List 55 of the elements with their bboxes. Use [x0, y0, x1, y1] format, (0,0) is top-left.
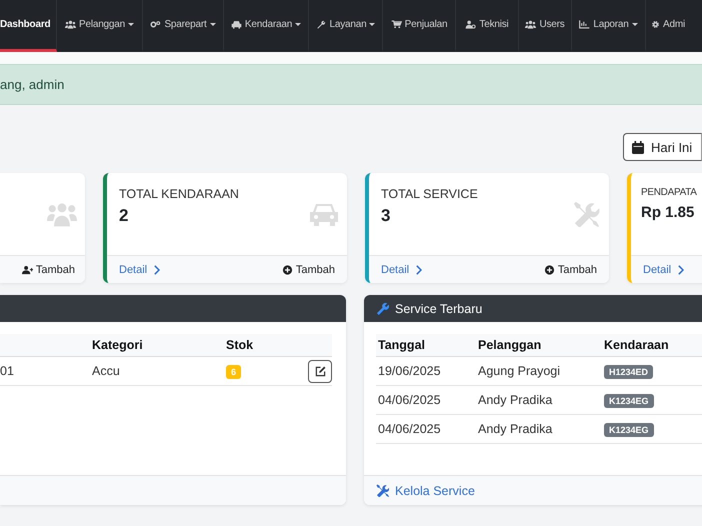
- add-link[interactable]: Tambah: [544, 264, 597, 276]
- column-header: Kendaraan: [604, 338, 670, 352]
- add-link[interactable]: Tambah: [282, 264, 335, 276]
- stat-value: Rp 1.85: [641, 204, 696, 221]
- settings-icon: [650, 20, 661, 29]
- plate-badge: H1234ED: [604, 365, 654, 379]
- detail-link[interactable]: Detail: [119, 264, 160, 276]
- wrench-icon: [376, 302, 389, 315]
- users-icon: [525, 20, 536, 29]
- column-header: Pelanggan: [478, 338, 542, 352]
- plus-circle-icon: [282, 264, 293, 274]
- tools-icon: [571, 201, 601, 227]
- chevron-icon: [677, 264, 684, 274]
- date-filter-button[interactable]: Hari Ini: [623, 133, 702, 161]
- car-icon: [309, 201, 339, 227]
- detail-link[interactable]: Detail: [381, 264, 422, 276]
- stat-title: TOTAL SERVICE: [381, 187, 478, 201]
- column-header: Stok: [226, 338, 254, 352]
- table-cell-text: 19/06/2025: [377, 364, 442, 378]
- cart-icon: [390, 20, 402, 29]
- chevron-icon: [415, 264, 422, 274]
- calendar-icon: [632, 140, 644, 154]
- stat-value: 3: [381, 206, 392, 226]
- manage-service-link[interactable]: Kelola Service: [376, 484, 475, 498]
- gears-icon: [150, 20, 162, 29]
- edit-button[interactable]: [308, 360, 332, 382]
- table-cell-text: Andy Pradika: [478, 422, 554, 436]
- stock-badge: 6: [226, 365, 242, 379]
- chevron-icon: [153, 264, 160, 274]
- nav-item[interactable]: Admi: [646, 0, 701, 52]
- users-icon: [47, 201, 77, 227]
- table-cell-text: 04/06/2025: [377, 393, 442, 407]
- chart-icon: [579, 20, 590, 29]
- tools-icon: [376, 484, 389, 497]
- table-cell-text: 04/06/2025: [377, 422, 442, 436]
- edit-icon: [314, 366, 326, 376]
- table-cell-text: 01: [0, 364, 15, 378]
- table-cell-text: Andy Pradika: [478, 393, 554, 407]
- table-cell-text: Agung Prayogi: [478, 364, 562, 378]
- stat-title: PENDAPATA: [641, 187, 697, 198]
- column-header: Kategori: [92, 338, 144, 352]
- plate-badge: K1234EG: [604, 394, 654, 408]
- column-header: Tanggal: [377, 338, 426, 352]
- plate-badge: K1234EG: [604, 423, 654, 437]
- table-cell-text: Accu: [92, 364, 121, 378]
- users-icon: [64, 20, 76, 29]
- stat-value: 2: [119, 206, 130, 226]
- panel-title: Service Terbaru: [395, 302, 482, 316]
- stat-title: TOTAL KENDARAAN: [119, 187, 239, 201]
- user-plus-icon: [22, 264, 33, 274]
- welcome-text: ang, admin: [0, 77, 64, 92]
- car-icon: [230, 20, 242, 29]
- wrench-icon: [316, 20, 326, 29]
- plus-circle-icon: [544, 264, 555, 274]
- user-gear-icon: [465, 20, 476, 29]
